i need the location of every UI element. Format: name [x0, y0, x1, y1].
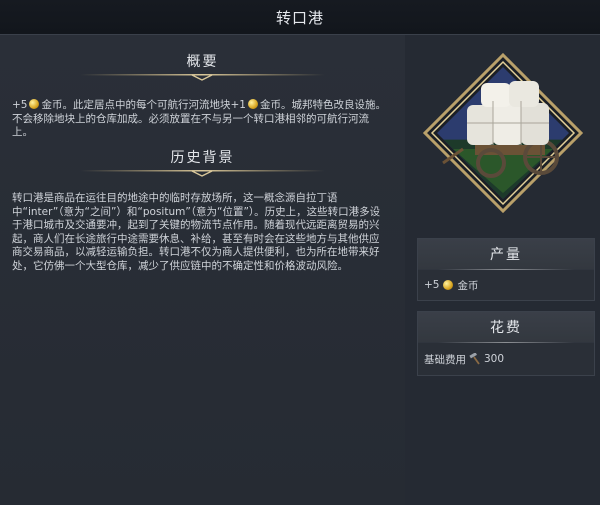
gold-coin-icon: [29, 99, 40, 109]
yield-card: 产量 +5 金币: [417, 238, 595, 301]
gold-coin-icon: [247, 99, 258, 109]
yield-row: +5 金币: [418, 270, 594, 300]
cost-heading: 花费: [418, 312, 594, 342]
history-heading: 历史背景: [170, 150, 235, 166]
description-panel: 概要 +5 金币。此定居点中的每个可航行河流地块+1 金币。城邦特色改良设施。不会移…: [0, 35, 405, 505]
overview-heading: 概要: [186, 54, 219, 70]
overview-divider: [80, 71, 325, 81]
cost-row: 基础费用 300: [418, 343, 594, 375]
overview-text: +5 金币。此定居点中的每个可航行河流地块+1 金币。城邦特色改良设施。不会移除地块…: [12, 99, 386, 138]
gold-coin-icon: [443, 280, 454, 290]
title-bar: 转口港: [0, 0, 600, 35]
cost-label: 基础费用: [424, 353, 466, 366]
cost-card: 花费 基础费用 300: [417, 311, 595, 376]
history-text: 转口港是商品在运往目的地途中的临时存放场所，这一概念源自拉丁语中“inter”（…: [12, 192, 381, 272]
info-sidebar: 产量 +5 金币 花费 基础费用 300: [405, 35, 600, 505]
yield-amount: +5: [424, 279, 440, 291]
yield-heading: 产量: [418, 239, 594, 269]
history-divider: [80, 167, 325, 177]
page-title: 转口港: [275, 8, 324, 27]
yield-label: 金币: [457, 279, 479, 292]
entrepot-emblem-icon: [422, 52, 584, 214]
cost-amount: 300: [484, 353, 505, 365]
hammer-icon: [469, 352, 481, 365]
